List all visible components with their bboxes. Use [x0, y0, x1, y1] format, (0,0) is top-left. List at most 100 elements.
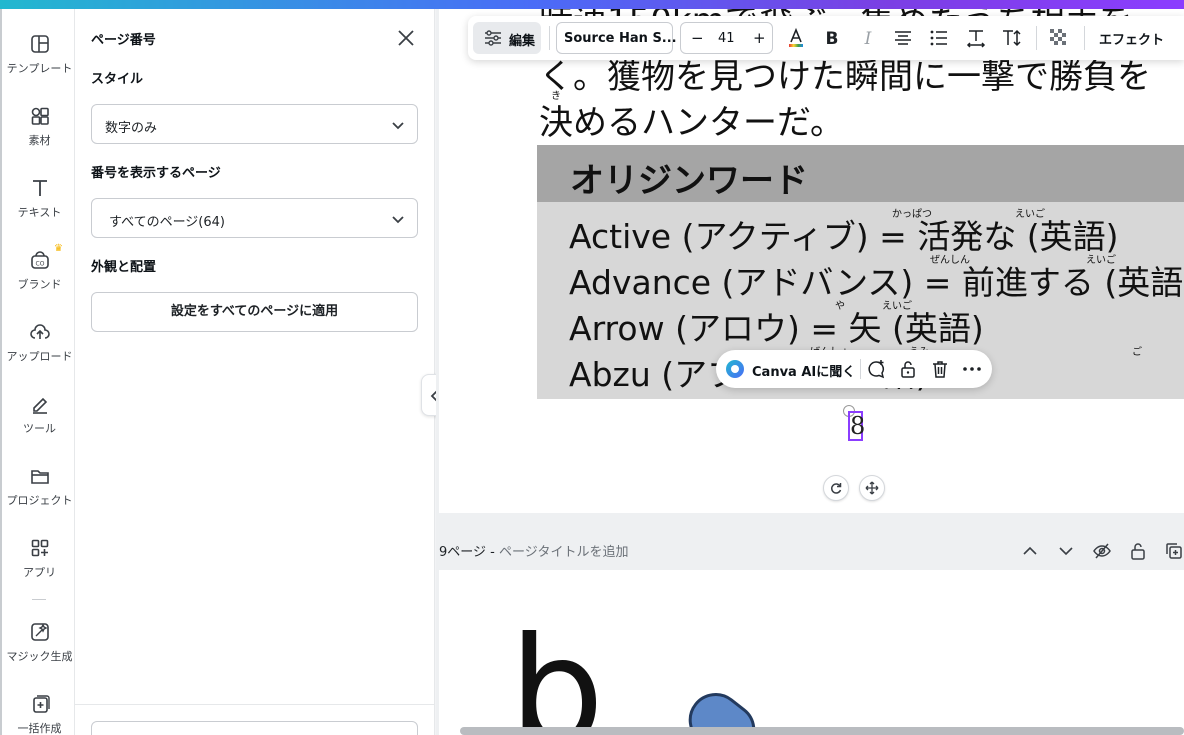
text-toolbar: 編集 Source Han S... − 41 + B I エフェクト — [468, 16, 1184, 60]
chevron-up-icon — [1023, 546, 1037, 555]
style-label: スタイル — [91, 72, 144, 87]
apps-icon — [31, 539, 48, 557]
rail-item-bulk[interactable]: 一括作成 — [2, 693, 77, 735]
duplicate-page-button[interactable] — [1164, 541, 1184, 561]
rail-divider — [32, 599, 46, 600]
rail-item-upload[interactable]: アップロード — [2, 321, 77, 364]
upload-icon — [29, 324, 50, 339]
table-row: Active (アクティブ) = 活発な (英語) — [569, 217, 1119, 256]
page-9-letter[interactable]: b — [509, 618, 604, 735]
rail-item-template[interactable]: テンプレート — [2, 33, 77, 76]
move-page-down-button[interactable] — [1056, 541, 1076, 561]
spacing-button[interactable] — [965, 27, 987, 49]
effects-button[interactable]: エフェクト — [1099, 29, 1164, 48]
template-icon — [30, 35, 49, 53]
rotate-button[interactable] — [823, 475, 849, 501]
top-gradient-bar — [0, 0, 1184, 9]
move-button[interactable] — [859, 475, 885, 501]
brand-icon: CO — [30, 251, 49, 269]
bold-icon: B — [826, 29, 839, 49]
page-number-panel: ページ番号 スタイル 数字のみ 番号を表示するページ すべてのページ(64) 外… — [75, 9, 435, 735]
list-button[interactable] — [928, 27, 950, 49]
horizontal-scrollbar[interactable] — [460, 727, 1184, 735]
rail-item-elements[interactable]: 素材 — [2, 105, 77, 148]
move-page-up-button[interactable] — [1020, 541, 1040, 561]
magic-icon — [30, 623, 49, 641]
svg-text:CO: CO — [35, 261, 44, 268]
comment-add-icon — [868, 360, 885, 379]
font-size-value[interactable]: 41 — [718, 31, 735, 46]
transparency-button[interactable] — [1048, 27, 1070, 49]
bold-button[interactable]: B — [821, 27, 843, 49]
chevron-down-icon — [392, 122, 404, 130]
sliders-icon — [485, 30, 501, 46]
style-select[interactable]: 数字のみ — [91, 104, 418, 144]
edit-button[interactable]: 編集 — [473, 22, 541, 54]
text-color-icon — [789, 27, 803, 47]
rail-label: 一括作成 — [17, 722, 62, 735]
lock-button[interactable] — [897, 358, 919, 380]
table-header: オリジンワード — [537, 145, 1184, 202]
svg-text:I: I — [864, 29, 872, 49]
page-8: 時速150kmで飛ぶ。集めたうち相手を く。獲物を見つけた瞬間に一撃で勝負を き… — [439, 9, 1184, 513]
page-9: b — [439, 570, 1184, 735]
more-horizontal-icon — [963, 367, 981, 371]
table-row: Advance (アドバンス) = 前進する (英語) — [569, 263, 1184, 302]
lock-page-button[interactable] — [1128, 541, 1148, 561]
text-icon — [32, 180, 47, 196]
rail-label: プロジェクト — [6, 494, 73, 507]
apply-all-pages-button[interactable]: 設定をすべてのページに適用 — [91, 292, 418, 332]
rail-item-brand[interactable]: ♛ CO ブランド — [2, 243, 77, 292]
trash-icon — [933, 361, 947, 378]
italic-button[interactable]: I — [857, 27, 879, 49]
spacing-icon — [966, 30, 986, 48]
body-text-line[interactable]: 決めるハンターだ。 — [539, 95, 844, 144]
toolbar-divider — [1084, 26, 1085, 50]
folder-icon — [30, 470, 49, 484]
decrease-size-button[interactable]: − — [691, 29, 704, 47]
rail-item-text[interactable]: テキスト — [2, 177, 77, 220]
text-size-button[interactable] — [1001, 27, 1023, 49]
eye-off-icon — [1093, 543, 1111, 559]
elements-icon — [31, 107, 49, 125]
rail-label: テキスト — [17, 206, 62, 219]
toolbar-divider — [1036, 26, 1037, 50]
style-value: 数字のみ — [105, 121, 158, 136]
page-number-element[interactable]: 8 — [848, 411, 865, 441]
list-icon — [930, 30, 947, 46]
edit-label: 編集 — [509, 34, 536, 49]
unlock-icon — [1131, 543, 1145, 560]
rail-item-apps[interactable]: アプリ — [2, 537, 77, 580]
add-page-title-link[interactable]: ページタイトルを追加 — [499, 545, 628, 560]
font-size-stepper: − 41 + — [680, 22, 773, 54]
close-button[interactable] — [395, 27, 417, 49]
svg-text:B: B — [826, 29, 839, 49]
hide-page-button[interactable] — [1092, 541, 1112, 561]
rail-item-tools[interactable]: ツール — [2, 393, 77, 436]
italic-icon: I — [864, 29, 872, 49]
crown-icon: ♛ — [54, 243, 63, 254]
element-context-bar: Canva AIに聞く — [716, 350, 992, 388]
increase-size-button[interactable]: + — [753, 29, 766, 47]
delete-button[interactable] — [929, 358, 951, 380]
panel-footer-divider — [75, 704, 434, 705]
context-bar-divider — [860, 359, 861, 379]
rail-item-projects[interactable]: プロジェクト — [2, 465, 77, 508]
font-family-select[interactable]: Source Han S... — [556, 22, 677, 54]
left-rail: テンプレート 素材 テキスト ♛ CO ブランド アップロード ツール プロジェ… — [0, 9, 75, 735]
align-button[interactable] — [892, 27, 914, 49]
rail-label: アップロード — [6, 350, 73, 363]
tools-icon — [32, 397, 47, 414]
rail-item-magic[interactable]: マジック生成 — [2, 621, 77, 664]
text-color-button[interactable] — [785, 27, 807, 49]
table-title: オリジンワード — [570, 161, 808, 201]
chevron-down-icon — [392, 216, 404, 224]
rail-label: テンプレート — [6, 62, 73, 75]
panel-footer-button[interactable] — [91, 721, 418, 735]
comment-button[interactable] — [865, 358, 887, 380]
ask-ai-label: Canva AIに聞く — [752, 365, 856, 380]
more-button[interactable] — [961, 358, 983, 380]
pages-select[interactable]: すべてのページ(64) — [91, 198, 418, 238]
rail-label: ブランド — [17, 278, 62, 291]
rail-label: ツール — [23, 422, 56, 435]
